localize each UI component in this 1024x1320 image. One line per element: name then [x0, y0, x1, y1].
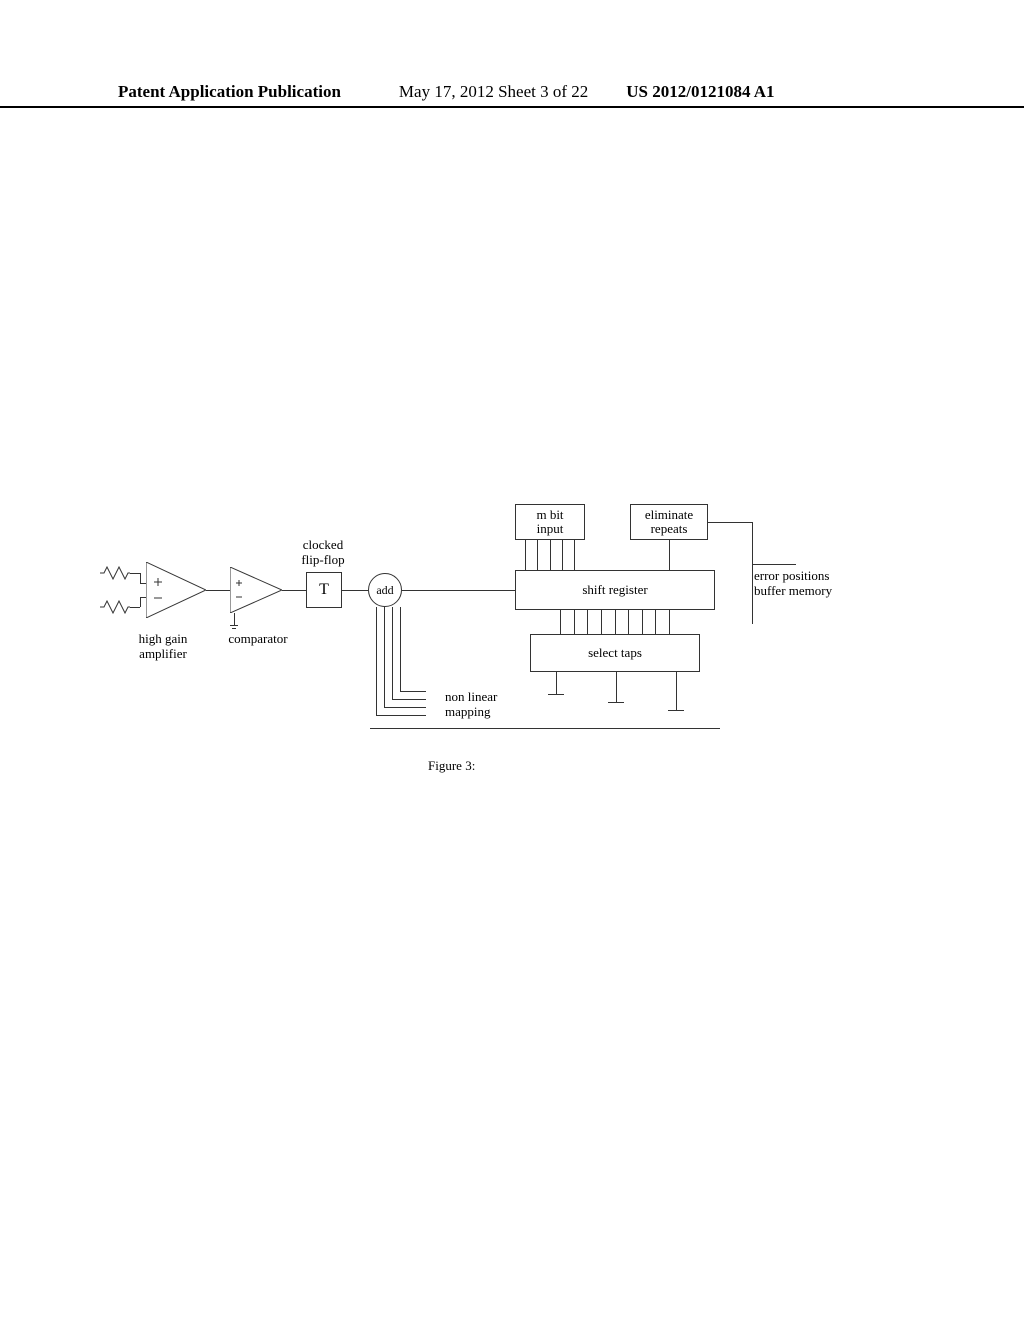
block-diagram: high gain amplifier comparator T clocked…	[0, 470, 1024, 870]
eliminate-repeats-box: eliminate repeats	[630, 504, 708, 540]
flipflop-label: clocked flip-flop	[290, 538, 356, 568]
flipflop-box: T	[306, 572, 342, 608]
publication-date-sheet: May 17, 2012 Sheet 3 of 22	[399, 82, 588, 102]
shift-register-box: shift register	[515, 570, 715, 610]
shift-register-output-ticks	[560, 610, 670, 634]
select-taps-box: select taps	[530, 634, 700, 672]
nonlinear-mapping-label: non linear mapping	[445, 690, 525, 720]
mbit-input-ticks	[525, 540, 575, 570]
doc-type: Patent Application Publication	[118, 82, 341, 102]
high-gain-amplifier-label: high gain amplifier	[128, 632, 198, 662]
comparator-label: comparator	[222, 632, 294, 647]
page-header: Patent Application Publication May 17, 2…	[0, 78, 1024, 108]
input-resistor-bottom	[100, 600, 130, 614]
high-gain-amplifier-icon	[146, 562, 206, 618]
publication-number: US 2012/0121084 A1	[626, 82, 774, 102]
input-resistor-top	[100, 566, 130, 580]
m-bit-input-box: m bit input	[515, 504, 585, 540]
buffer-memory-label: error positions buffer memory	[754, 569, 874, 599]
figure-caption: Figure 3:	[428, 758, 475, 774]
add-node: add	[368, 573, 402, 607]
comparator-icon	[230, 567, 282, 613]
